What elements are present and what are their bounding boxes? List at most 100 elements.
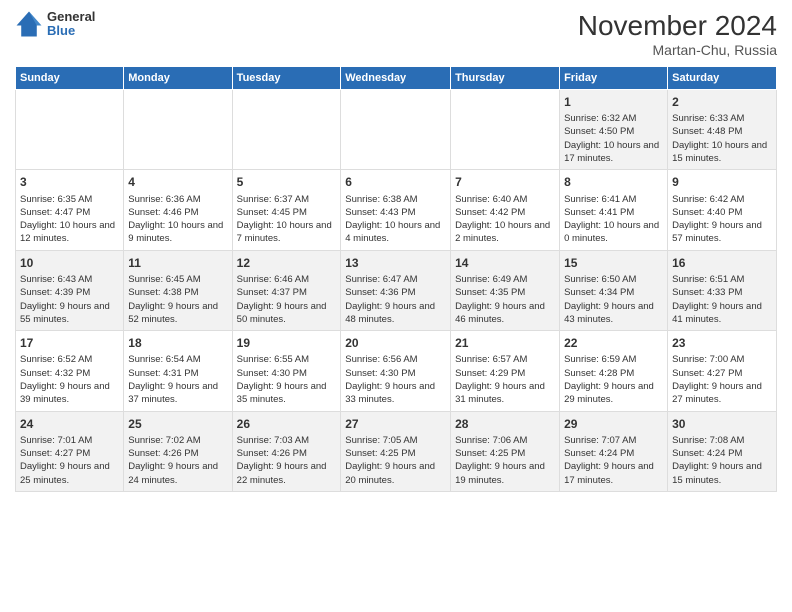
day-info: Sunrise: 6:51 AM Sunset: 4:33 PM Dayligh… (672, 273, 772, 326)
day-number: 30 (672, 416, 772, 432)
day-info: Sunrise: 6:38 AM Sunset: 4:43 PM Dayligh… (345, 193, 446, 246)
logo-blue: Blue (47, 24, 95, 38)
calendar-cell: 29 Sunrise: 7:07 AM Sunset: 4:24 PM Dayli… (560, 411, 668, 491)
day-number: 24 (20, 416, 119, 432)
calendar-cell: 11 Sunrise: 6:45 AM Sunset: 4:38 PM Dayli… (124, 250, 232, 330)
day-number: 3 (20, 174, 119, 190)
header: General Blue November 2024 Martan-Chu, R… (15, 10, 777, 58)
calendar-cell (232, 90, 341, 170)
calendar-week-row: 17Sunrise: 6:52 AM Sunset: 4:32 PM Dayli… (16, 331, 777, 411)
sub-title: Martan-Chu, Russia (578, 42, 777, 58)
calendar-cell (341, 90, 451, 170)
day-info: Sunrise: 6:49 AM Sunset: 4:35 PM Dayligh… (455, 273, 555, 326)
calendar-cell: 2Sunrise: 6:33 AM Sunset: 4:48 PM Daylig… (668, 90, 777, 170)
day-info: Sunrise: 6:42 AM Sunset: 4:40 PM Dayligh… (672, 193, 772, 246)
calendar-cell: 24 Sunrise: 7:01 AM Sunset: 4:27 PM Dayli… (16, 411, 124, 491)
weekday-header: Monday (124, 67, 232, 90)
day-number: 7 (455, 174, 555, 190)
calendar-cell (124, 90, 232, 170)
weekday-header: Sunday (16, 67, 124, 90)
calendar-cell: 30 Sunrise: 7:08 AM Sunset: 4:24 PM Dayli… (668, 411, 777, 491)
calendar-cell: 18 Sunrise: 6:54 AM Sunset: 4:31 PM Dayli… (124, 331, 232, 411)
calendar-week-row: 10 Sunrise: 6:43 AM Sunset: 4:39 PM Dayli… (16, 250, 777, 330)
day-number: 11 (128, 255, 227, 271)
logo-icon (15, 10, 43, 38)
weekday-header: Friday (560, 67, 668, 90)
calendar-cell: 1Sunrise: 6:32 AM Sunset: 4:50 PM Daylig… (560, 90, 668, 170)
day-info: Sunrise: 6:37 AM Sunset: 4:45 PM Dayligh… (237, 193, 337, 246)
day-number: 1 (564, 94, 663, 110)
calendar-cell: 12 Sunrise: 6:46 AM Sunset: 4:37 PM Dayli… (232, 250, 341, 330)
calendar: SundayMondayTuesdayWednesdayThursdayFrid… (15, 66, 777, 492)
day-number: 17 (20, 335, 119, 351)
day-info: Sunrise: 6:40 AM Sunset: 4:42 PM Dayligh… (455, 193, 555, 246)
day-number: 20 (345, 335, 446, 351)
day-info: Sunrise: 7:06 AM Sunset: 4:25 PM Dayligh… (455, 434, 555, 487)
logo-general: General (47, 10, 95, 24)
day-info: Sunrise: 7:08 AM Sunset: 4:24 PM Dayligh… (672, 434, 772, 487)
day-number: 28 (455, 416, 555, 432)
day-info: Sunrise: 6:50 AM Sunset: 4:34 PM Dayligh… (564, 273, 663, 326)
calendar-cell: 25 Sunrise: 7:02 AM Sunset: 4:26 PM Dayli… (124, 411, 232, 491)
calendar-cell: 4 Sunrise: 6:36 AM Sunset: 4:46 PM Daylig… (124, 170, 232, 250)
day-info: Sunrise: 6:56 AM Sunset: 4:30 PM Dayligh… (345, 353, 446, 406)
calendar-cell: 17Sunrise: 6:52 AM Sunset: 4:32 PM Dayli… (16, 331, 124, 411)
calendar-cell (451, 90, 560, 170)
calendar-cell: 20 Sunrise: 6:56 AM Sunset: 4:30 PM Dayli… (341, 331, 451, 411)
day-number: 18 (128, 335, 227, 351)
calendar-cell: 27 Sunrise: 7:05 AM Sunset: 4:25 PM Dayli… (341, 411, 451, 491)
calendar-week-row: 3Sunrise: 6:35 AM Sunset: 4:47 PM Daylig… (16, 170, 777, 250)
day-info: Sunrise: 7:05 AM Sunset: 4:25 PM Dayligh… (345, 434, 446, 487)
day-number: 9 (672, 174, 772, 190)
day-info: Sunrise: 7:01 AM Sunset: 4:27 PM Dayligh… (20, 434, 119, 487)
day-number: 5 (237, 174, 337, 190)
calendar-cell: 8 Sunrise: 6:41 AM Sunset: 4:41 PM Daylig… (560, 170, 668, 250)
page: General Blue November 2024 Martan-Chu, R… (0, 0, 792, 612)
day-number: 29 (564, 416, 663, 432)
calendar-body: 1Sunrise: 6:32 AM Sunset: 4:50 PM Daylig… (16, 90, 777, 492)
calendar-cell: 5 Sunrise: 6:37 AM Sunset: 4:45 PM Daylig… (232, 170, 341, 250)
weekday-header: Tuesday (232, 67, 341, 90)
logo: General Blue (15, 10, 95, 39)
day-number: 10 (20, 255, 119, 271)
day-number: 16 (672, 255, 772, 271)
calendar-cell: 13Sunrise: 6:47 AM Sunset: 4:36 PM Dayli… (341, 250, 451, 330)
calendar-cell: 10 Sunrise: 6:43 AM Sunset: 4:39 PM Dayli… (16, 250, 124, 330)
calendar-cell: 9 Sunrise: 6:42 AM Sunset: 4:40 PM Daylig… (668, 170, 777, 250)
day-info: Sunrise: 6:41 AM Sunset: 4:41 PM Dayligh… (564, 193, 663, 246)
day-number: 19 (237, 335, 337, 351)
day-info: Sunrise: 7:00 AM Sunset: 4:27 PM Dayligh… (672, 353, 772, 406)
day-number: 2 (672, 94, 772, 110)
logo-text: General Blue (47, 10, 95, 39)
day-info: Sunrise: 6:55 AM Sunset: 4:30 PM Dayligh… (237, 353, 337, 406)
calendar-cell: 21 Sunrise: 6:57 AM Sunset: 4:29 PM Dayli… (451, 331, 560, 411)
calendar-cell: 15 Sunrise: 6:50 AM Sunset: 4:34 PM Dayli… (560, 250, 668, 330)
calendar-cell: 6 Sunrise: 6:38 AM Sunset: 4:43 PM Daylig… (341, 170, 451, 250)
day-info: Sunrise: 6:36 AM Sunset: 4:46 PM Dayligh… (128, 193, 227, 246)
day-number: 12 (237, 255, 337, 271)
day-info: Sunrise: 6:59 AM Sunset: 4:28 PM Dayligh… (564, 353, 663, 406)
day-number: 23 (672, 335, 772, 351)
day-number: 27 (345, 416, 446, 432)
weekday-row: SundayMondayTuesdayWednesdayThursdayFrid… (16, 67, 777, 90)
day-number: 15 (564, 255, 663, 271)
calendar-cell: 22Sunrise: 6:59 AM Sunset: 4:28 PM Dayli… (560, 331, 668, 411)
day-info: Sunrise: 6:54 AM Sunset: 4:31 PM Dayligh… (128, 353, 227, 406)
day-number: 6 (345, 174, 446, 190)
calendar-cell: 28 Sunrise: 7:06 AM Sunset: 4:25 PM Dayli… (451, 411, 560, 491)
day-info: Sunrise: 7:03 AM Sunset: 4:26 PM Dayligh… (237, 434, 337, 487)
day-info: Sunrise: 6:46 AM Sunset: 4:37 PM Dayligh… (237, 273, 337, 326)
calendar-cell: 23 Sunrise: 7:00 AM Sunset: 4:27 PM Dayli… (668, 331, 777, 411)
day-info: Sunrise: 7:07 AM Sunset: 4:24 PM Dayligh… (564, 434, 663, 487)
calendar-cell: 19 Sunrise: 6:55 AM Sunset: 4:30 PM Dayli… (232, 331, 341, 411)
day-info: Sunrise: 6:57 AM Sunset: 4:29 PM Dayligh… (455, 353, 555, 406)
day-number: 8 (564, 174, 663, 190)
day-number: 21 (455, 335, 555, 351)
title-block: November 2024 Martan-Chu, Russia (578, 10, 777, 58)
weekday-header: Thursday (451, 67, 560, 90)
day-info: Sunrise: 7:02 AM Sunset: 4:26 PM Dayligh… (128, 434, 227, 487)
day-info: Sunrise: 6:43 AM Sunset: 4:39 PM Dayligh… (20, 273, 119, 326)
day-number: 25 (128, 416, 227, 432)
day-info: Sunrise: 6:45 AM Sunset: 4:38 PM Dayligh… (128, 273, 227, 326)
day-number: 4 (128, 174, 227, 190)
